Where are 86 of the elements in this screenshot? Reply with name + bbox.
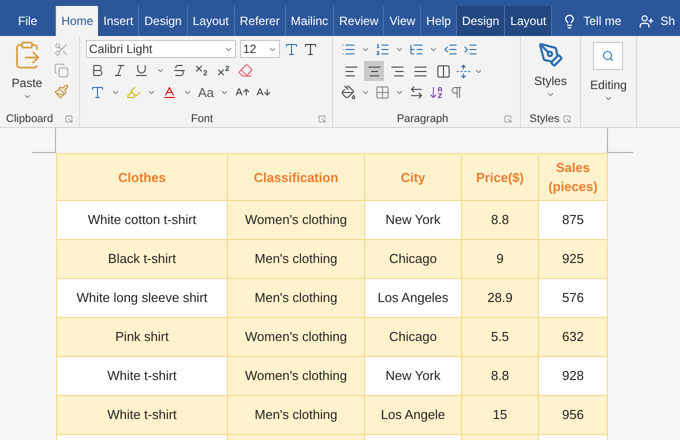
underline-icon[interactable] — [134, 63, 149, 78]
column-header: Classification — [228, 154, 365, 201]
table-cell: 15 — [462, 396, 539, 435]
share-icon[interactable] — [639, 14, 654, 28]
line-spacing-icon[interactable] — [456, 64, 471, 78]
table-cell: White long sleeve shirt — [57, 279, 228, 318]
increase-indent-icon[interactable] — [463, 42, 478, 57]
dialog-launcher-icon[interactable] — [318, 115, 326, 123]
ribbon-tab[interactable]: Home — [56, 6, 98, 36]
table-cell: Women's clothing — [228, 318, 365, 357]
column-header: Sales (pieces) — [539, 154, 608, 201]
caret-icon — [604, 94, 613, 103]
format-painter-icon[interactable] — [54, 84, 69, 99]
font-color-icon[interactable] — [162, 85, 177, 100]
table-cell: New York — [365, 357, 462, 396]
caret-icon — [22, 92, 32, 101]
table-cell: 875 — [539, 201, 608, 240]
table-cell: Chicago — [365, 318, 462, 357]
table-cell: Los Angele — [365, 396, 462, 435]
table-cell: Black t-shirt — [57, 240, 228, 279]
font-size-field[interactable]: 12 — [240, 40, 280, 58]
group-label: Clipboard — [6, 112, 54, 127]
table-cell: Men's clothing — [228, 279, 365, 318]
sort-icon[interactable] — [429, 85, 444, 100]
font-name-field[interactable]: Calibri Light — [86, 40, 236, 58]
table-cell: 925 — [539, 240, 608, 279]
caret-icon — [395, 45, 404, 54]
table-cell: 8.8 — [462, 357, 539, 396]
table-cell: Women's clothing — [228, 201, 365, 240]
search-icon — [602, 50, 614, 62]
decrease-indent-icon[interactable] — [443, 42, 458, 57]
table-cell: 956 — [539, 396, 608, 435]
strikethrough-icon[interactable] — [172, 63, 187, 78]
group-label: Font — [190, 112, 213, 127]
table-cell: White cotton t-shirt — [57, 201, 228, 240]
italic-icon[interactable] — [112, 63, 127, 78]
dialog-launcher-icon[interactable] — [563, 115, 572, 123]
table-cell: 928 — [539, 357, 608, 396]
subscript-icon[interactable] — [194, 63, 209, 78]
ribbon-tab[interactable]: Layout — [505, 6, 552, 36]
align-button[interactable] — [364, 61, 384, 81]
pilcrow-icon[interactable] — [449, 85, 464, 100]
table-cell: White t-shirt — [57, 396, 228, 435]
table-cell: Men's clothing — [228, 240, 365, 279]
table-cell: 9 — [462, 240, 539, 279]
pen-icon — [538, 42, 564, 68]
change-case-button[interactable]: Aa — [198, 83, 214, 102]
table-cell: Chicago — [365, 240, 462, 279]
multilevel-list-icon[interactable] — [409, 42, 424, 57]
table-cell: 632 — [539, 318, 608, 357]
table-cell: Women's clothing — [228, 357, 365, 396]
numbering-icon[interactable] — [375, 42, 390, 57]
dialog-launcher-icon[interactable] — [65, 115, 73, 123]
styles-button[interactable]: Styles — [534, 42, 567, 99]
caret-icon — [429, 45, 438, 54]
table-cell: 576 — [539, 279, 608, 318]
caret-icon — [395, 88, 404, 97]
table-cell: 28.9 — [462, 279, 539, 318]
paste-button[interactable]: Paste — [10, 40, 44, 111]
table-cell: 8.8 — [462, 201, 539, 240]
dialog-launcher-icon[interactable] — [504, 115, 512, 123]
superscript-icon[interactable] — [216, 63, 231, 78]
borders-icon[interactable] — [375, 85, 390, 100]
table-cell: 5.5 — [462, 318, 539, 357]
table-cell: New York — [365, 201, 462, 240]
ribbon-tab[interactable]: Design — [456, 6, 506, 36]
column-header: Price($) — [462, 154, 539, 201]
eraser-icon[interactable] — [238, 63, 253, 78]
share-button[interactable]: Sh — [660, 12, 676, 30]
caret-icon — [361, 45, 370, 54]
group-label: Styles — [530, 112, 560, 127]
column-header: City — [365, 154, 462, 201]
shading-icon[interactable] — [341, 85, 356, 100]
editing-button[interactable]: Editing — [590, 42, 627, 103]
text-direction-icon[interactable] — [409, 85, 424, 100]
table-cell: Men's clothing — [228, 396, 365, 435]
bullets-icon[interactable] — [341, 42, 356, 57]
group-label: Paragraph — [396, 112, 448, 127]
table-cell: White t-shirt — [57, 357, 228, 396]
caret-icon — [156, 66, 165, 75]
caret-icon — [546, 90, 555, 99]
tell-me-search[interactable]: Tell me — [583, 12, 622, 30]
column-header: Clothes — [57, 154, 228, 201]
table-cell: Pink shirt — [57, 318, 228, 357]
table-cell: Los Angeles — [365, 279, 462, 318]
caret-icon — [361, 88, 370, 97]
